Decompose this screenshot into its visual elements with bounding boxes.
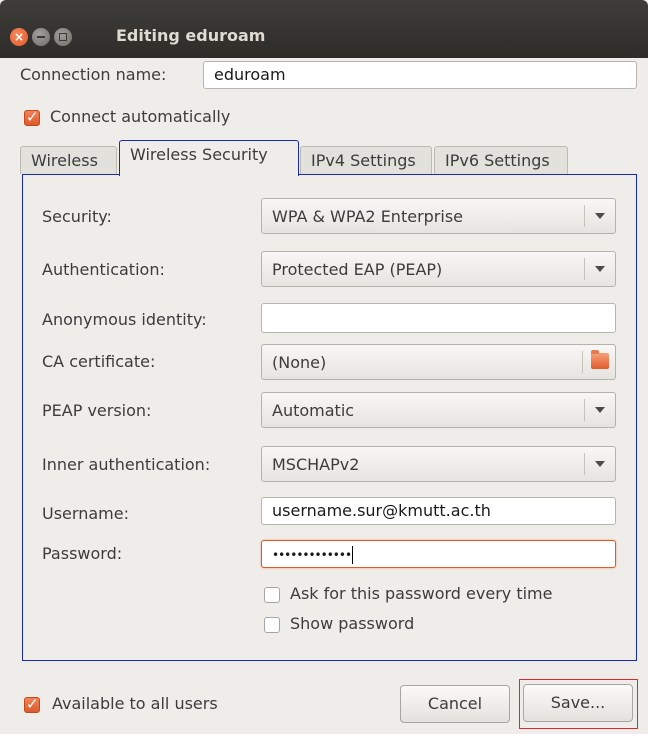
connection-name-input[interactable]: eduroam bbox=[203, 61, 637, 89]
text-cursor bbox=[352, 545, 354, 564]
security-value: WPA & WPA2 Enterprise bbox=[272, 207, 463, 226]
ask-password-checkbox[interactable] bbox=[264, 587, 280, 603]
peap-version-dropdown[interactable]: Automatic bbox=[261, 392, 616, 428]
connection-name-label: Connection name: bbox=[20, 65, 167, 84]
password-mask: ••••••••••••• bbox=[272, 548, 352, 562]
cancel-button[interactable]: Cancel bbox=[400, 685, 510, 723]
password-label: Password: bbox=[42, 544, 123, 563]
ca-certificate-label: CA certificate: bbox=[42, 352, 156, 371]
ca-certificate-chooser[interactable]: (None) bbox=[261, 344, 616, 380]
authentication-dropdown[interactable]: Protected EAP (PEAP) bbox=[261, 251, 616, 287]
security-dropdown[interactable]: WPA & WPA2 Enterprise bbox=[261, 198, 616, 234]
peap-version-label: PEAP version: bbox=[42, 401, 152, 420]
authentication-value: Protected EAP (PEAP) bbox=[272, 260, 443, 279]
maximize-icon[interactable] bbox=[54, 28, 72, 46]
tab-ipv6-settings[interactable]: IPv6 Settings bbox=[434, 146, 568, 174]
username-input[interactable]: username.sur@kmutt.ac.th bbox=[261, 497, 616, 525]
folder-icon bbox=[591, 350, 609, 369]
close-icon[interactable]: × bbox=[10, 28, 28, 46]
available-all-users-checkbox[interactable] bbox=[24, 695, 40, 713]
window-title: Editing eduroam bbox=[116, 26, 266, 45]
chevron-down-icon bbox=[595, 213, 605, 219]
available-all-users-label[interactable]: Available to all users bbox=[52, 694, 218, 713]
connect-automatically-label[interactable]: Connect automatically bbox=[50, 107, 230, 126]
minimize-icon[interactable] bbox=[32, 28, 50, 46]
chevron-down-icon bbox=[595, 407, 605, 413]
tab-wireless[interactable]: Wireless bbox=[20, 146, 117, 174]
chevron-down-icon bbox=[595, 461, 605, 467]
username-label: Username: bbox=[42, 504, 129, 523]
anonymous-identity-label: Anonymous identity: bbox=[42, 310, 207, 329]
dropdown-separator bbox=[584, 205, 585, 227]
inner-authentication-value: MSCHAPv2 bbox=[272, 455, 360, 474]
inner-authentication-label: Inner authentication: bbox=[42, 455, 211, 474]
show-password-checkbox[interactable] bbox=[264, 617, 280, 633]
chooser-separator bbox=[582, 351, 583, 373]
tab-ipv4-settings[interactable]: IPv4 Settings bbox=[300, 146, 432, 174]
save-button[interactable]: Save... bbox=[523, 684, 633, 722]
anonymous-identity-input[interactable] bbox=[261, 303, 616, 333]
ca-certificate-value: (None) bbox=[272, 353, 327, 372]
dropdown-separator bbox=[584, 453, 585, 475]
ask-password-label[interactable]: Ask for this password every time bbox=[290, 584, 552, 603]
security-label: Security: bbox=[42, 207, 112, 226]
connect-automatically-checkbox[interactable] bbox=[24, 108, 40, 126]
show-password-label[interactable]: Show password bbox=[290, 614, 414, 633]
title-bar: × Editing eduroam bbox=[0, 0, 648, 58]
authentication-label: Authentication: bbox=[42, 260, 165, 279]
password-input[interactable]: ••••••••••••• bbox=[261, 540, 616, 568]
peap-version-value: Automatic bbox=[272, 401, 355, 420]
tab-wireless-security[interactable]: Wireless Security bbox=[119, 140, 299, 176]
inner-authentication-dropdown[interactable]: MSCHAPv2 bbox=[261, 446, 616, 482]
dropdown-separator bbox=[584, 399, 585, 421]
dropdown-separator bbox=[584, 258, 585, 280]
chevron-down-icon bbox=[595, 266, 605, 272]
